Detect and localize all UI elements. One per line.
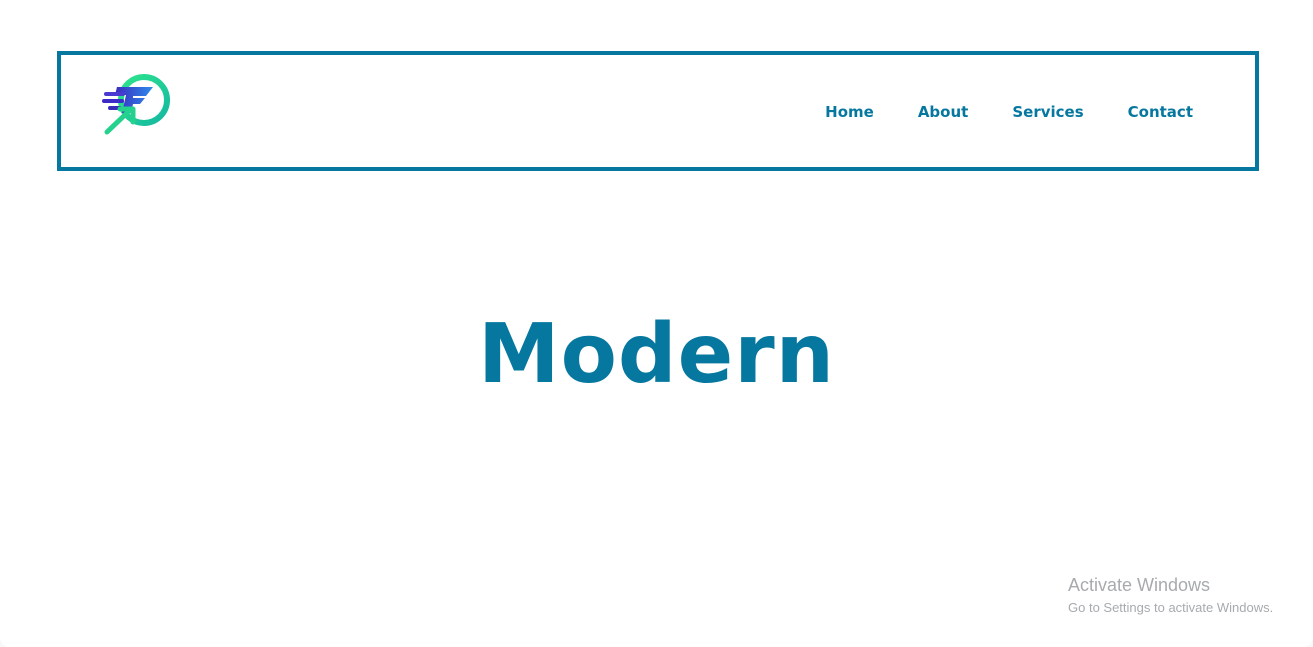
nav-link-home[interactable]: Home	[825, 102, 874, 122]
brand-logo[interactable]	[102, 69, 172, 135]
page: Home About Services Contact Modern Activ…	[0, 0, 1313, 647]
brand-logo-icon	[102, 74, 170, 135]
activation-subtitle: Go to Settings to activate Windows.	[1068, 600, 1274, 615]
windows-activation-watermark: Activate Windows Go to Settings to activ…	[1068, 573, 1308, 619]
nav-link-about[interactable]: About	[918, 102, 969, 122]
main-navigation: Home About Services Contact	[825, 102, 1193, 122]
nav-link-services[interactable]: Services	[1012, 102, 1083, 122]
site-header: Home About Services Contact	[57, 51, 1259, 171]
hero-title: Modern	[477, 307, 836, 402]
nav-link-contact[interactable]: Contact	[1128, 102, 1193, 122]
activation-title: Activate Windows	[1068, 575, 1211, 595]
